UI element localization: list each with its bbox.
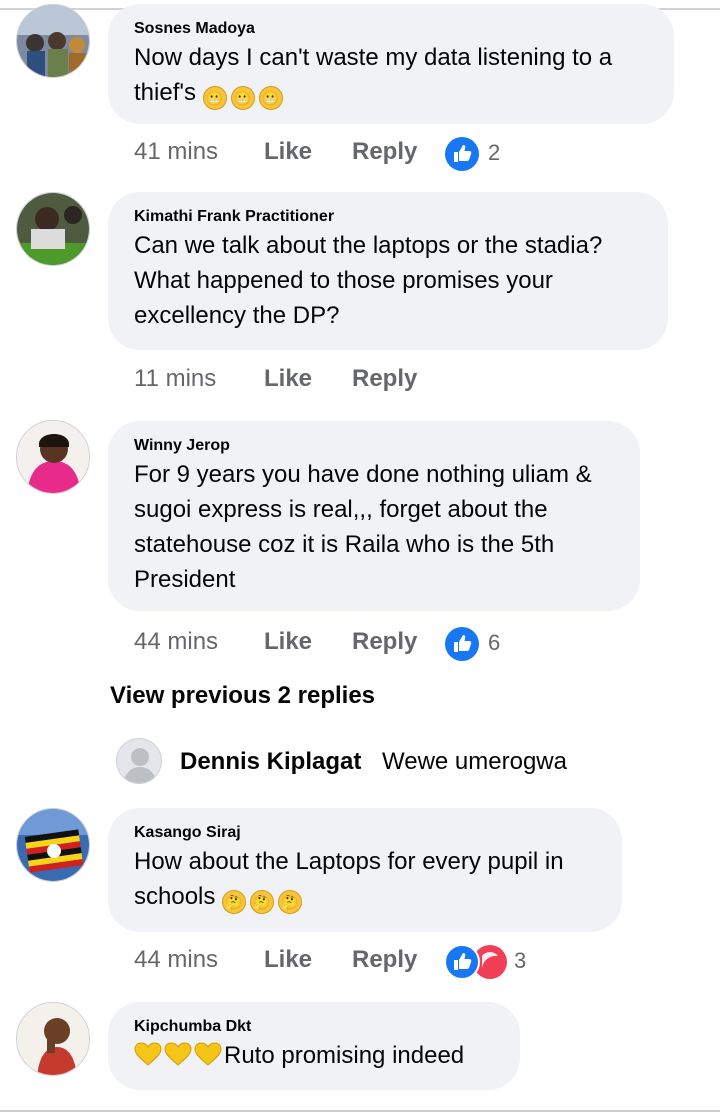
comment-text: Ruto promising indeed xyxy=(134,1038,494,1073)
reply-button[interactable]: Reply xyxy=(352,622,444,662)
comment-bubble: Kimathi Frank Practitioner Can we talk a… xyxy=(108,192,668,350)
reaction-summary[interactable] xyxy=(444,941,508,981)
avatar[interactable] xyxy=(16,808,90,882)
comment-author[interactable]: Kipchumba Dkt xyxy=(134,1016,494,1038)
thinking-emoji: 🤔 xyxy=(222,890,247,914)
comment-text: For 9 years you have done nothing uliam … xyxy=(134,461,592,593)
comment-bubble: Winny Jerop For 9 years you have done no… xyxy=(108,421,640,611)
comment-bubble: Kipchumba Dkt Ruto promising indeed xyxy=(108,1002,520,1090)
comment-text-content: Ruto promising indeed xyxy=(224,1042,465,1069)
like-reaction-icon xyxy=(445,136,479,171)
comment-time[interactable]: 44 mins xyxy=(134,940,264,980)
yellow-heart-emoji xyxy=(164,1042,192,1066)
like-reaction-icon xyxy=(445,626,479,661)
view-previous-replies-link[interactable]: View previous 2 replies xyxy=(110,682,375,710)
reply-button[interactable]: Reply xyxy=(352,940,444,980)
grimace-emoji: 😬 xyxy=(258,86,283,110)
grimace-emoji: 😬 xyxy=(202,86,227,110)
avatar[interactable] xyxy=(116,738,162,784)
comment-actions: 11 mins Like Reply xyxy=(134,359,444,399)
comment-time[interactable]: 11 mins xyxy=(134,359,264,399)
default-avatar-icon xyxy=(117,739,161,783)
reaction-summary[interactable] xyxy=(444,133,482,173)
yellow-heart-emoji xyxy=(194,1042,222,1066)
comment-bubble: Kasango Siraj How about the Laptops for … xyxy=(108,808,622,932)
reaction-summary[interactable] xyxy=(444,623,482,663)
like-reaction-icon xyxy=(444,943,480,980)
avatar[interactable] xyxy=(16,420,90,494)
comment-text: How about the Laptops for every pupil in… xyxy=(134,844,596,914)
comment-bubble: Sosnes Madoya Now days I can't waste my … xyxy=(108,4,674,124)
comment-text: Now days I can't waste my data listening… xyxy=(134,40,648,110)
like-button[interactable]: Like xyxy=(264,622,352,662)
reply-text: Wewe umerogwa xyxy=(382,748,567,775)
like-button[interactable]: Like xyxy=(264,359,352,399)
bottom-divider xyxy=(0,1110,720,1112)
like-button[interactable]: Like xyxy=(264,940,352,980)
comment-actions: 41 mins Like Reply 2 xyxy=(134,132,500,172)
reaction-count: 6 xyxy=(488,629,501,655)
reply-button[interactable]: Reply xyxy=(352,359,444,399)
reaction-count: 3 xyxy=(514,947,527,973)
comment-actions: 44 mins Like Reply 6 xyxy=(134,622,500,662)
comment-text: Can we talk about the laptops or the sta… xyxy=(134,232,603,329)
avatar[interactable] xyxy=(16,192,90,266)
comment-author[interactable]: Kasango Siraj xyxy=(134,822,596,844)
comment-author[interactable]: Sosnes Madoya xyxy=(134,18,648,40)
avatar[interactable] xyxy=(16,4,90,78)
like-button[interactable]: Like xyxy=(264,132,352,172)
comment-author[interactable]: Winny Jerop xyxy=(134,435,614,457)
yellow-heart-emoji xyxy=(134,1042,162,1066)
thinking-emoji: 🤔 xyxy=(278,890,303,914)
thinking-emoji: 🤔 xyxy=(250,890,275,914)
comment-author[interactable]: Kimathi Frank Practitioner xyxy=(134,206,642,228)
reply-author[interactable]: Dennis Kiplagat xyxy=(180,748,361,776)
comment-actions: 44 mins Like Reply 3 xyxy=(134,940,526,980)
avatar[interactable] xyxy=(16,1002,90,1076)
comment-time[interactable]: 44 mins xyxy=(134,622,264,662)
reply-button[interactable]: Reply xyxy=(352,132,444,172)
grimace-emoji: 😬 xyxy=(230,86,255,110)
comment-text-content: How about the Laptops for every pupil in… xyxy=(134,848,564,910)
reaction-count: 2 xyxy=(488,139,501,165)
comment-time[interactable]: 41 mins xyxy=(134,132,264,172)
